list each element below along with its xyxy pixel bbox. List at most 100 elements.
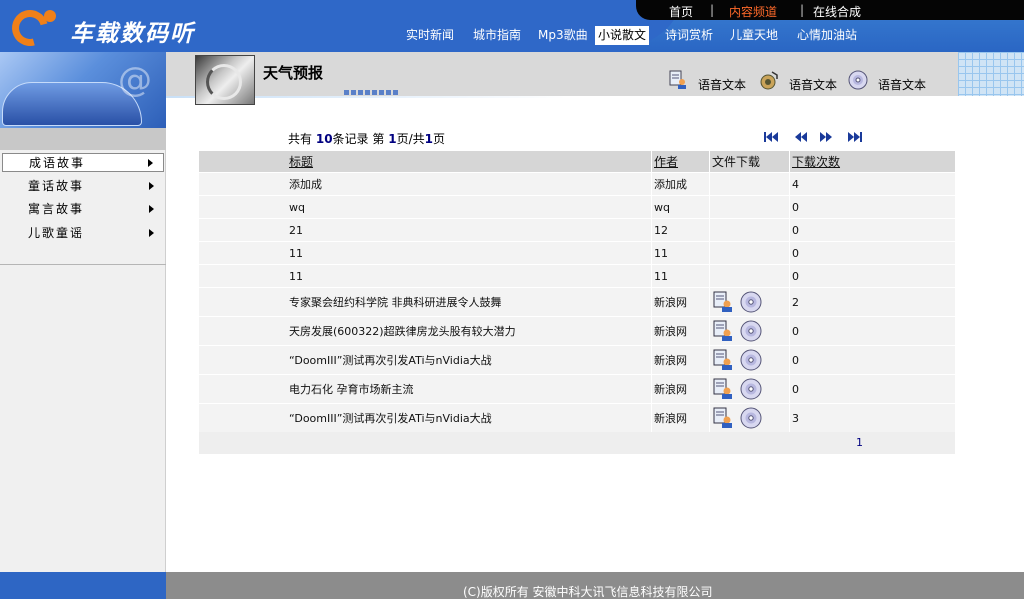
row-author: 新浪网 [651, 404, 709, 432]
table-row: 添加成 添加成 4 [199, 172, 955, 195]
row-title[interactable]: “DoomIII”测试再次引发ATi与nVidia大战 [289, 346, 492, 374]
row-file-downloads [709, 404, 789, 432]
sidebar-item-label: 成语故事 [29, 156, 86, 170]
row-file-downloads [709, 317, 789, 345]
nav-item-news[interactable]: 实时新闻 [403, 26, 457, 45]
row-title[interactable]: 专家聚会纽约科学院 非典科研进展令人鼓舞 [289, 288, 502, 316]
row-download-count: 0 [789, 265, 799, 287]
row-download-count: 2 [789, 288, 799, 316]
table-row: wq wq 0 [199, 195, 955, 218]
sidebar-item-idiom-stories[interactable]: 成语故事 [2, 153, 164, 172]
total-records: 10 [315, 132, 333, 146]
table-row: 21 12 0 [199, 218, 955, 241]
row-title[interactable]: 11 [289, 242, 303, 264]
top-link-synthesis[interactable]: 在线合成 [813, 3, 861, 20]
row-title[interactable]: 11 [289, 265, 303, 287]
row-file-downloads [709, 242, 789, 264]
page-title: 天气预报 [263, 64, 324, 82]
nav-item-city[interactable]: 城市指南 [470, 26, 524, 45]
table-row: 天房发展(600322)超跌律房龙头股有较大潜力 新浪网 0 [199, 316, 955, 345]
cd-disc-icon[interactable] [740, 291, 762, 313]
table-row: “DoomIII”测试再次引发ATi与nVidia大战 新浪网 0 [199, 345, 955, 374]
document-person-icon[interactable] [712, 349, 734, 371]
top-link-content[interactable]: 内容频道 [729, 3, 777, 20]
row-file-downloads [709, 288, 789, 316]
cd-disc-icon[interactable] [740, 320, 762, 342]
cd-disc-icon[interactable] [740, 349, 762, 371]
sidebar-item-label: 寓言故事 [28, 202, 85, 216]
document-person-icon[interactable] [712, 320, 734, 342]
grid-decoration [958, 52, 1024, 96]
document-person-icon[interactable] [712, 378, 734, 400]
nav-item-mood[interactable]: 心情加油站 [794, 26, 860, 45]
voice-text-label: 语音文本 [789, 78, 838, 92]
car-banner-image: @ [0, 52, 166, 128]
top-link-home[interactable]: 首页 [669, 3, 693, 20]
row-title[interactable]: “DoomIII”测试再次引发ATi与nVidia大战 [289, 404, 492, 432]
column-header-count[interactable]: 下载次数 [789, 151, 840, 172]
document-person-icon [669, 70, 686, 89]
page-number-link[interactable]: 1 [856, 436, 863, 449]
logo-dot-icon [44, 10, 56, 22]
cd-disc-icon [848, 70, 868, 90]
prev-page-icon[interactable] [795, 132, 811, 142]
next-page-icon[interactable] [820, 132, 836, 142]
row-author: 新浪网 [651, 288, 709, 316]
row-author: 12 [651, 219, 709, 241]
divider [0, 264, 166, 265]
total-pages: 1 [424, 132, 433, 146]
column-header-title[interactable]: 标题 [289, 151, 313, 172]
row-download-count: 0 [789, 242, 799, 264]
nav-item-mp3[interactable]: Mp3歌曲 [535, 26, 591, 45]
row-title[interactable]: 21 [289, 219, 303, 241]
table-row: “DoomIII”测试再次引发ATi与nVidia大战 新浪网 3 [199, 403, 955, 432]
row-title[interactable]: 电力石化 孕育市场新主流 [289, 375, 414, 403]
current-page: 1 [388, 132, 397, 146]
top-links-bar: 首页 | 内容频道 | 在线合成 [636, 0, 1024, 20]
row-author: 11 [651, 242, 709, 264]
voice-text-label: 语音文本 [698, 78, 747, 92]
nav-item-poetry[interactable]: 诗词赏析 [662, 26, 716, 45]
column-header-file: 文件下载 [709, 151, 789, 172]
cd-disc-icon[interactable] [740, 407, 762, 429]
row-title[interactable]: 天房发展(600322)超跌律房龙头股有较大潜力 [289, 317, 516, 345]
row-download-count: 4 [789, 173, 799, 195]
document-person-icon[interactable] [712, 407, 734, 429]
arrow-right-icon [148, 159, 153, 167]
speaker-icon [760, 71, 778, 90]
row-author: 11 [651, 265, 709, 287]
arrow-right-icon [149, 205, 154, 213]
title-dots-decoration [344, 84, 400, 98]
document-person-icon[interactable] [712, 291, 734, 313]
row-file-downloads [709, 375, 789, 403]
header-bar: 车载数码听 首页 | 内容频道 | 在线合成 实时新闻 城市指南 Mp3歌曲 小… [0, 0, 1024, 53]
nav-item-children[interactable]: 儿童天地 [727, 26, 781, 45]
last-page-icon[interactable] [848, 132, 864, 142]
row-file-downloads [709, 219, 789, 241]
row-author: 新浪网 [651, 375, 709, 403]
first-page-icon[interactable] [764, 132, 780, 142]
row-file-downloads [709, 265, 789, 287]
row-author: 添加成 [651, 173, 709, 195]
row-download-count: 0 [789, 219, 799, 241]
sidebar-item-fairy-tales[interactable]: 童话故事 [2, 177, 164, 196]
row-download-count: 0 [789, 196, 799, 218]
sidebar-item-label: 童话故事 [28, 179, 85, 193]
copyright-text: (C)版权所有 安徽中科大讯飞信息科技有限公司 [463, 585, 713, 599]
cd-disc-icon[interactable] [740, 378, 762, 400]
sidebar-item-label: 儿歌童谣 [28, 226, 85, 240]
row-title[interactable]: wq [289, 196, 305, 218]
column-header-author[interactable]: 作者 [651, 151, 709, 172]
sidebar: 成语故事 童话故事 寓言故事 儿歌童谣 [0, 128, 166, 572]
row-download-count: 0 [789, 317, 799, 345]
nav-item-novel[interactable]: 小说散文 [595, 26, 650, 45]
table-row: 专家聚会纽约科学院 非典科研进展令人鼓舞 新浪网 2 [199, 287, 955, 316]
table-row: 电力石化 孕育市场新主流 新浪网 0 [199, 374, 955, 403]
row-download-count: 0 [789, 375, 799, 403]
sidebar-item-nursery-rhymes[interactable]: 儿歌童谣 [2, 224, 164, 243]
row-download-count: 0 [789, 346, 799, 374]
sidebar-item-fables[interactable]: 寓言故事 [2, 200, 164, 219]
row-title[interactable]: 添加成 [289, 173, 322, 195]
satellite-dish-icon [206, 64, 242, 100]
table-row: 11 11 0 [199, 264, 955, 287]
